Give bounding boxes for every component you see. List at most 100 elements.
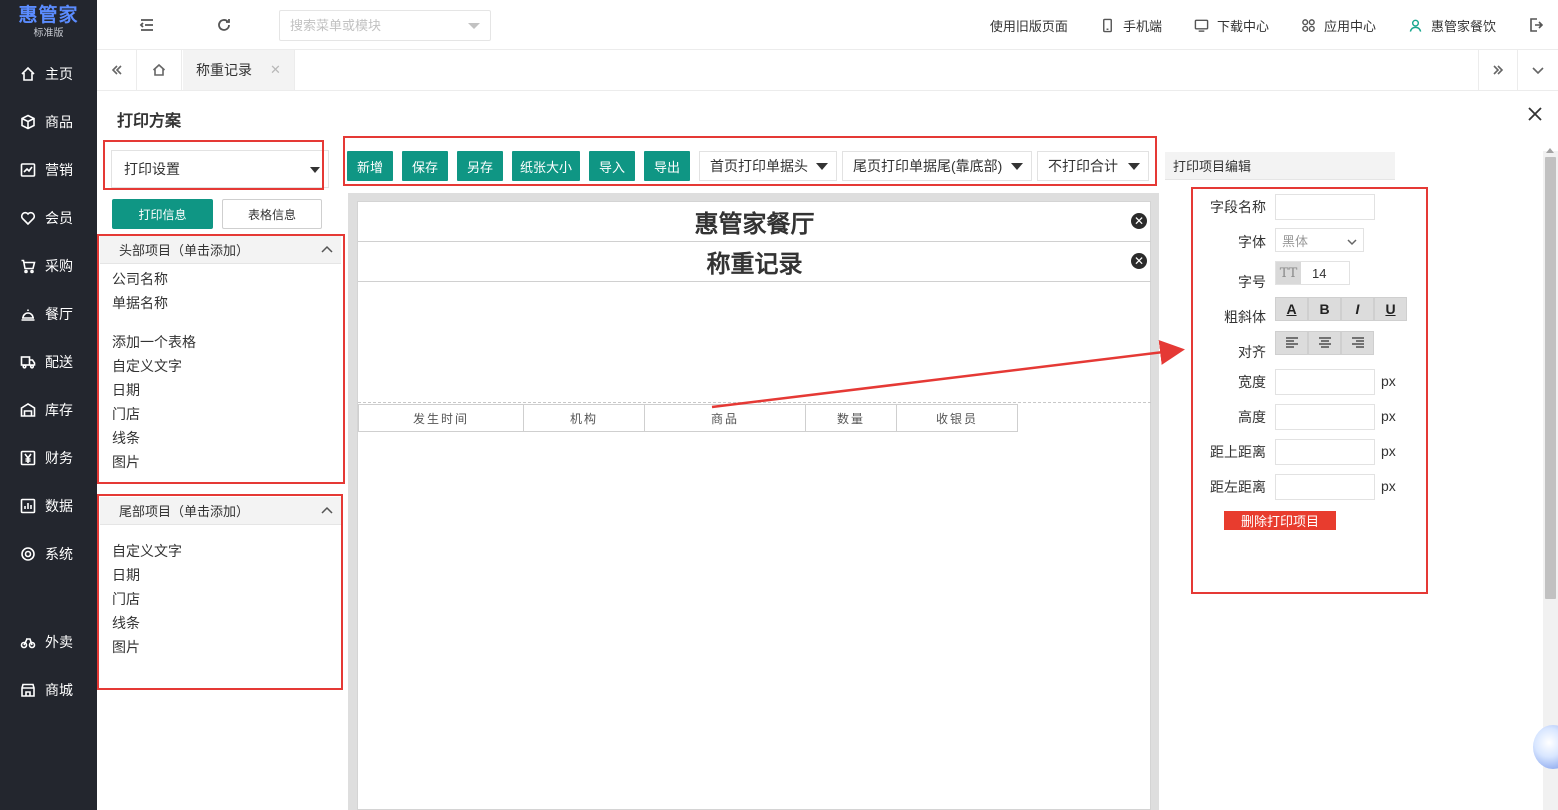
field-name-input[interactable] bbox=[1275, 194, 1375, 220]
list-item[interactable]: 门店 bbox=[112, 402, 196, 426]
remove-icon[interactable]: ✕ bbox=[1131, 213, 1147, 229]
menu-search[interactable] bbox=[279, 10, 491, 41]
sidebar-item-chart[interactable]: 营销 bbox=[0, 146, 97, 194]
tab-weighing-record[interactable]: 称重记录 ✕ bbox=[183, 50, 295, 90]
chevron-up-icon[interactable] bbox=[321, 244, 333, 256]
sidebar-item-warehouse[interactable]: 库存 bbox=[0, 386, 97, 434]
tabs-scroll-right-icon[interactable] bbox=[1478, 50, 1518, 90]
list-item[interactable]: 线条 bbox=[112, 611, 182, 635]
close-icon[interactable] bbox=[1528, 107, 1542, 121]
list-item[interactable]: 公司名称 bbox=[112, 267, 196, 291]
scroll-up-icon[interactable] bbox=[1546, 148, 1554, 153]
underline-button[interactable]: U bbox=[1374, 297, 1407, 321]
sidebar-item-bar-chart[interactable]: 数据 bbox=[0, 482, 97, 530]
table-column-header[interactable]: 机构 bbox=[524, 404, 645, 432]
font-select[interactable]: 黑体 bbox=[1275, 228, 1364, 252]
table-column-header[interactable]: 商品 bbox=[645, 404, 806, 432]
toolbar-button[interactable]: 导入 bbox=[589, 151, 635, 181]
sidebar-item-cloche[interactable]: 餐厅 bbox=[0, 290, 97, 338]
top-offset-input[interactable] bbox=[1275, 439, 1375, 465]
logout-icon[interactable] bbox=[1528, 17, 1544, 33]
sidebar-item-label: 商城 bbox=[45, 682, 73, 698]
toolbar-dropdown[interactable]: 尾页打印单据尾(靠底部) bbox=[842, 151, 1032, 181]
refresh-icon[interactable] bbox=[214, 15, 234, 35]
user-menu[interactable]: 惠管家餐饮 bbox=[1408, 16, 1496, 35]
close-icon[interactable]: ✕ bbox=[270, 62, 281, 78]
heart-icon bbox=[20, 210, 36, 226]
sidebar-nav: 主页 商品 营销 会员 采购 餐厅 配送 库存 财务数据系统 bbox=[0, 50, 97, 578]
align-right-icon[interactable] bbox=[1341, 331, 1374, 355]
footer-items-group[interactable]: 尾部项目（单击添加） bbox=[100, 497, 341, 525]
home-icon bbox=[20, 66, 36, 82]
header-items-group[interactable]: 头部项目（单击添加） bbox=[100, 236, 341, 264]
table-info-button[interactable]: 表格信息 bbox=[222, 199, 322, 229]
table-column-header[interactable]: 收银员 bbox=[897, 404, 1018, 432]
sidebar-item-cart[interactable]: 采购 bbox=[0, 242, 97, 290]
list-item[interactable]: 添加一个表格 bbox=[112, 330, 196, 354]
list-item[interactable]: 日期 bbox=[112, 378, 196, 402]
sidebar-item-heart[interactable]: 会员 bbox=[0, 194, 97, 242]
sidebar-item-settings[interactable]: 系统 bbox=[0, 530, 97, 578]
panel-title: 打印方案 bbox=[117, 113, 182, 130]
list-item[interactable]: 日期 bbox=[112, 563, 182, 587]
logo[interactable]: 惠管家 标准版 bbox=[0, 0, 97, 50]
width-input[interactable] bbox=[1275, 369, 1375, 395]
app-center-link[interactable]: 应用中心 bbox=[1301, 16, 1376, 35]
sidebar-item-home[interactable]: 主页 bbox=[0, 50, 97, 98]
menu-search-input[interactable] bbox=[290, 18, 460, 33]
list-item[interactable]: 单据名称 bbox=[112, 291, 196, 315]
print-setting-select[interactable]: 打印设置 bbox=[111, 150, 329, 188]
list-item[interactable]: 自定义文字 bbox=[112, 354, 196, 378]
sidebar-item-box[interactable]: 商品 bbox=[0, 98, 97, 146]
toolbar-button[interactable]: 另存 bbox=[457, 151, 503, 181]
height-input[interactable] bbox=[1275, 404, 1375, 430]
font-size-input[interactable]: TT 14 bbox=[1275, 261, 1350, 285]
print-table-header[interactable]: 发生时间 机构 商品 数量 收银员 bbox=[358, 404, 1018, 432]
scrollbar-thumb[interactable] bbox=[1545, 157, 1556, 599]
font-color-button[interactable]: A bbox=[1275, 297, 1308, 321]
mobile-link[interactable]: 手机端 bbox=[1100, 16, 1162, 35]
toolbar-button[interactable]: 导出 bbox=[644, 151, 690, 181]
table-column-header[interactable]: 发生时间 bbox=[358, 404, 524, 432]
list-item[interactable]: 门店 bbox=[112, 587, 182, 611]
delete-print-item-button[interactable]: 删除打印项目 bbox=[1224, 511, 1336, 530]
sidebar-item-label: 数据 bbox=[45, 498, 73, 514]
align-left-icon[interactable] bbox=[1275, 331, 1308, 355]
tabs-menu-chevron-icon[interactable] bbox=[1518, 50, 1558, 90]
left-offset-input[interactable] bbox=[1275, 474, 1375, 500]
header-company-line[interactable]: 惠管家餐厅 ✕ bbox=[358, 202, 1151, 242]
sidebar-nav-extra: 外卖商城 bbox=[0, 618, 97, 714]
table-column-header[interactable]: 数量 bbox=[806, 404, 897, 432]
print-info-button[interactable]: 打印信息 bbox=[112, 199, 213, 229]
chevron-up-icon[interactable] bbox=[321, 505, 333, 517]
header-title-line[interactable]: 称重记录 ✕ bbox=[358, 242, 1151, 282]
bold-button[interactable]: B bbox=[1308, 297, 1341, 321]
sidebar-item-truck[interactable]: 配送 bbox=[0, 338, 97, 386]
list-item[interactable]: 自定义文字 bbox=[112, 539, 182, 563]
tabs-scroll-left-icon[interactable] bbox=[97, 50, 137, 90]
old-version-link[interactable]: 使用旧版页面 bbox=[990, 16, 1068, 35]
toolbar-dropdown[interactable]: 不打印合计 bbox=[1037, 151, 1149, 181]
caret-down-icon bbox=[310, 167, 320, 173]
header-items-list: 公司名称 单据名称添加一个表格 自定义文字 日期 门店 线条 图片 bbox=[112, 267, 196, 474]
width-unit: px bbox=[1381, 373, 1396, 389]
toolbar-button[interactable]: 纸张大小 bbox=[512, 151, 580, 181]
home-tab-icon[interactable] bbox=[137, 50, 182, 90]
remove-icon[interactable]: ✕ bbox=[1131, 253, 1147, 269]
dropdown-label: 尾页打印单据尾(靠底部) bbox=[853, 158, 1003, 174]
list-item[interactable]: 线条 bbox=[112, 426, 196, 450]
toolbar-dropdown[interactable]: 首页打印单据头 bbox=[699, 151, 837, 181]
toolbar-button[interactable]: 保存 bbox=[402, 151, 448, 181]
menu-collapse-icon[interactable] bbox=[137, 15, 157, 35]
sidebar-item-takeout[interactable]: 外卖 bbox=[0, 618, 97, 666]
sidebar-item-yuan[interactable]: 财务 bbox=[0, 434, 97, 482]
italic-button[interactable]: I bbox=[1341, 297, 1374, 321]
toolbar-button[interactable]: 新增 bbox=[347, 151, 393, 181]
list-item[interactable]: 图片 bbox=[112, 635, 182, 659]
download-center-link[interactable]: 下载中心 bbox=[1194, 16, 1269, 35]
list-item[interactable]: 图片 bbox=[112, 450, 196, 474]
dropdown-label: 不打印合计 bbox=[1048, 158, 1118, 174]
align-center-icon[interactable] bbox=[1308, 331, 1341, 355]
store-icon bbox=[20, 682, 36, 698]
sidebar-item-store[interactable]: 商城 bbox=[0, 666, 97, 714]
